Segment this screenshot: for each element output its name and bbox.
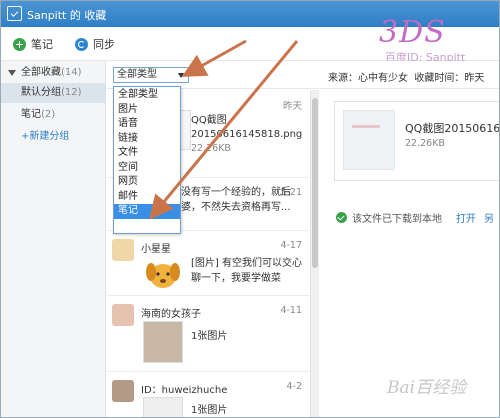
sidebar: 全部收藏(14) 默认分组(12) 笔记(2) +新建分组 — [1, 61, 106, 417]
type-filter-dropdown: 全部类型 图片 语音 链接 文件 空间 网页 邮件 笔记 — [113, 86, 181, 234]
new-note-label: 笔记 — [31, 38, 53, 51]
item-date: 4-17 — [280, 240, 302, 251]
sync-icon — [75, 37, 88, 51]
item-author: 小星星 — [141, 244, 171, 255]
puppy-thumbnail — [146, 263, 180, 288]
app-favorites-icon — [7, 6, 22, 21]
dropdown-option-file[interactable]: 文件 — [114, 146, 180, 161]
baidu-watermark: Bai百经验 — [387, 378, 467, 398]
list-item[interactable]: 小星星 4-17 [图片] 有空我们可以交心 聊一下，我要学做菜 — [107, 232, 310, 296]
dropdown-option-note[interactable]: 笔记 — [114, 204, 180, 219]
file-card[interactable]: QQ截图20150616 22.26KB — [334, 101, 500, 181]
dropdown-option-webpage[interactable]: 网页 — [114, 175, 180, 190]
check-circle-icon — [336, 212, 347, 223]
watermark-logo-text: 3DS — [379, 15, 446, 50]
list-scrollbar[interactable] — [310, 90, 319, 417]
file-name: QQ截图20150616 — [405, 122, 500, 135]
window-title: Sanpitt 的 收藏 — [27, 9, 107, 22]
sidebar-root-label: 全部收藏 — [21, 67, 61, 78]
more-action-link[interactable]: 另 — [484, 210, 494, 225]
list-item[interactable]: 海南的女孩子 4-11 1张图片 — [107, 297, 310, 372]
item-date: 4-11 — [280, 305, 302, 316]
dropdown-option-mail[interactable]: 邮件 — [114, 190, 180, 205]
dropdown-option-image[interactable]: 图片 — [114, 103, 180, 118]
file-size: 22.26KB — [405, 138, 445, 149]
item-line2: 聊一下，我要学做菜 — [191, 273, 281, 284]
new-note-button[interactable]: 笔记 — [13, 36, 53, 52]
item-thumbnail — [143, 397, 183, 417]
file-thumbnail — [343, 110, 395, 170]
download-status: 该文件已下载到本地 打开 另 — [336, 210, 494, 225]
item-meta: 22.26KB — [191, 143, 231, 154]
chevron-down-icon — [178, 73, 184, 78]
item-subtitle: 20150616145818.png — [191, 129, 303, 140]
sidebar-item-label: 默认分组 — [21, 87, 61, 98]
app-window: Sanpitt 的 收藏 笔记 同步 3DS 百度ID: Sanpitt 全部收… — [0, 0, 500, 418]
dropdown-option-voice[interactable]: 语音 — [114, 117, 180, 132]
detail-header: 来源：心中有少女 收藏时间：昨天 — [320, 61, 499, 89]
dropdown-option-all[interactable]: 全部类型 — [114, 88, 180, 103]
list-item[interactable]: ID：huweizhuche 4-2 1张图片 — [107, 373, 310, 417]
download-note: 该文件已下载到本地 — [352, 214, 442, 225]
item-author: 海南的女孩子 — [141, 309, 201, 320]
item-title: QQ截图 — [191, 115, 227, 126]
item-line1: 没有写一个经验的，就后 — [181, 187, 291, 198]
open-file-link[interactable]: 打开 — [456, 210, 476, 225]
item-thumbnail — [143, 321, 183, 363]
sync-button[interactable]: 同步 — [75, 36, 115, 52]
watermark-logo: 3DS 百度ID: Sanpitt — [361, 15, 491, 65]
list-header: 全部类型 — [107, 61, 319, 89]
avatar — [112, 239, 134, 261]
type-filter-select[interactable]: 全部类型 — [113, 67, 189, 83]
scrollbar-thumb[interactable] — [312, 98, 318, 268]
item-author: ID：huweizhuche — [141, 385, 228, 396]
item-date: 4-2 — [286, 381, 302, 392]
sidebar-item-count: (2) — [41, 109, 56, 120]
item-date: 昨天 — [282, 101, 302, 112]
item-line1: 1张图片 — [191, 405, 228, 416]
new-group-link[interactable]: +新建分组 — [1, 127, 106, 147]
type-filter-value: 全部类型 — [117, 69, 157, 80]
sidebar-item-all[interactable]: 全部收藏(14) — [1, 63, 106, 83]
item-line1: [图片] 有空我们可以交心 — [191, 258, 302, 269]
item-line2: 婆，不然失去资格再写... — [181, 202, 291, 213]
avatar — [112, 380, 134, 402]
expand-triangle-icon[interactable] — [8, 70, 16, 76]
dropdown-option-space[interactable]: 空间 — [114, 161, 180, 176]
sidebar-item-count: (12) — [61, 87, 82, 98]
sidebar-item-label: 笔记 — [21, 109, 41, 120]
sidebar-root-count: (14) — [61, 67, 82, 78]
detail-source: 来源：心中有少女 收藏时间：昨天 — [328, 73, 485, 84]
sidebar-item-notes[interactable]: 笔记(2) — [1, 105, 106, 125]
sidebar-item-default-group[interactable]: 默认分组(12) — [1, 83, 106, 103]
avatar — [112, 304, 134, 326]
dropdown-option-link[interactable]: 链接 — [114, 132, 180, 147]
plus-icon — [13, 37, 26, 51]
item-line1: 1张图片 — [191, 331, 228, 342]
sync-label: 同步 — [93, 38, 115, 51]
